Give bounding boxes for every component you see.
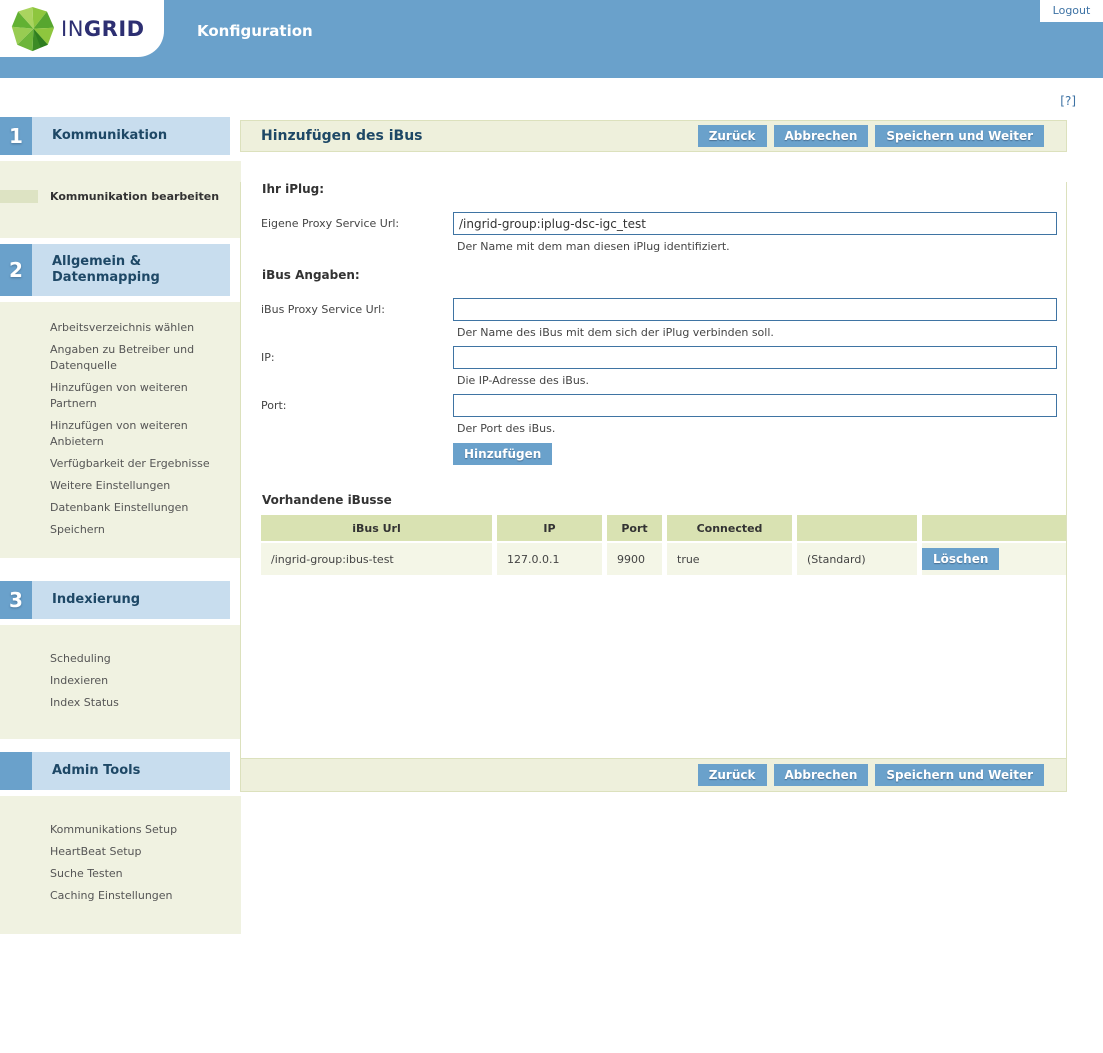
ip-input[interactable] — [453, 346, 1057, 369]
ibus-table: iBus Url IP Port Connected /ingrid-group… — [261, 515, 1066, 575]
cell-ip: 127.0.0.1 — [497, 543, 602, 575]
sidebar-item-angaben-betreiber[interactable]: Angaben zu Betreiber und Datenquelle — [50, 342, 230, 374]
logo-wordmark: INGRID — [61, 17, 145, 41]
sidebar-item-caching-einstellungen[interactable]: Caching Einstellungen — [50, 888, 230, 904]
ingrid-logo-gem-icon — [10, 6, 55, 53]
subnav-allgemein: Arbeitsverzeichnis wählen Angaben zu Bet… — [0, 302, 241, 558]
sidebar-item-kommunikation-bearbeiten[interactable]: Kommunikation bearbeiten — [50, 189, 230, 205]
sidebar-section-admin-tools[interactable]: Admin Tools — [0, 752, 230, 790]
cell-standard: (Standard) — [797, 543, 917, 575]
sidebar-item-weitere-einstellungen[interactable]: Weitere Einstellungen — [50, 478, 230, 494]
field-row-port: Port: Der Port des iBus. — [261, 394, 1066, 436]
cell-actions: Löschen — [922, 543, 1066, 575]
sidebar-section-allgemein-datenmapping[interactable]: 2 Allgemein & Datenmapping — [0, 244, 230, 296]
port-label: Port: — [261, 394, 453, 436]
ibus-proxy-url-input[interactable] — [453, 298, 1057, 321]
cancel-button[interactable]: Abbrechen — [774, 125, 869, 147]
port-input[interactable] — [453, 394, 1057, 417]
cell-ibus-url: /ingrid-group:ibus-test — [261, 543, 492, 575]
titlebar-button-row: Zurück Abbrechen Speichern und Weiter — [698, 125, 1066, 147]
sidebar-item-weitere-partner[interactable]: Hinzufügen von weiteren Partnern — [50, 380, 230, 412]
panel-titlebar: Hinzufügen des iBus Zurück Abbrechen Spe… — [240, 120, 1067, 152]
back-button[interactable]: Zurück — [698, 125, 767, 147]
ibus-section-heading: iBus Angaben: — [262, 268, 1066, 282]
logout-button[interactable]: Logout — [1040, 0, 1103, 22]
back-button-bottom[interactable]: Zurück — [698, 764, 767, 786]
ibus-proxy-url-help: Der Name des iBus mit dem sich der iPlug… — [457, 325, 1057, 340]
save-and-next-button-bottom[interactable]: Speichern und Weiter — [875, 764, 1044, 786]
sidebar-item-arbeitsverzeichnis[interactable]: Arbeitsverzeichnis wählen — [50, 320, 230, 336]
panel-title: Hinzufügen des iBus — [241, 128, 698, 144]
column-header-ip: IP — [497, 515, 602, 541]
eigene-proxy-url-help: Der Name mit dem man diesen iPlug identi… — [457, 239, 1057, 254]
section-title: Kommunikation — [32, 117, 230, 155]
column-header-empty-1 — [797, 515, 917, 541]
logo-text-suffix: GRID — [84, 17, 145, 41]
cancel-button-bottom[interactable]: Abbrechen — [774, 764, 869, 786]
subnav-indexierung: Scheduling Indexieren Index Status — [0, 625, 241, 739]
section-number-badge: 3 — [0, 581, 32, 619]
section-title: Indexierung — [32, 581, 230, 619]
sidebar-item-speichern[interactable]: Speichern — [50, 522, 230, 538]
save-and-next-button[interactable]: Speichern und Weiter — [875, 125, 1044, 147]
sidebar-item-heartbeat-setup[interactable]: HeartBeat Setup — [50, 844, 230, 860]
field-main: Der Name mit dem man diesen iPlug identi… — [453, 212, 1057, 254]
column-header-connected: Connected — [667, 515, 792, 541]
header-bar: INGRID Konfiguration Logout — [0, 0, 1103, 78]
column-header-ibus-url: iBus Url — [261, 515, 492, 541]
port-help: Der Port des iBus. — [457, 421, 1057, 436]
sidebar-item-kommunikations-setup[interactable]: Kommunikations Setup — [50, 822, 230, 838]
existing-ibusse-heading: Vorhandene iBusse — [262, 493, 1066, 507]
column-header-port: Port — [607, 515, 662, 541]
sidebar-item-weitere-anbieter[interactable]: Hinzufügen von weiteren Anbietern — [50, 418, 230, 450]
field-row-ibus-proxy-url: iBus Proxy Service Url: Der Name des iBu… — [261, 298, 1066, 340]
field-main: Der Port des iBus. — [453, 394, 1057, 436]
cell-port: 9900 — [607, 543, 662, 575]
delete-ibus-button[interactable]: Löschen — [922, 548, 999, 570]
field-row-ip: IP: Die IP-Adresse des iBus. — [261, 346, 1066, 388]
sidebar-item-datenbank-einstellungen[interactable]: Datenbank Einstellungen — [50, 500, 230, 516]
sidebar-section-indexierung[interactable]: 3 Indexierung — [0, 581, 230, 619]
help-link[interactable]: [?] — [1060, 94, 1076, 108]
page-title: Konfiguration — [197, 22, 313, 40]
panel-bottombar: Zurück Abbrechen Speichern und Weiter — [240, 758, 1067, 792]
sidebar-item-scheduling[interactable]: Scheduling — [50, 651, 230, 667]
ibus-proxy-url-label: iBus Proxy Service Url: — [261, 298, 453, 340]
sidebar-item-suche-testen[interactable]: Suche Testen — [50, 866, 230, 882]
page: { "header": { "logo_prefix": "IN", "logo… — [0, 0, 1103, 1053]
sidebar-item-index-status[interactable]: Index Status — [50, 695, 230, 711]
ip-label: IP: — [261, 346, 453, 388]
iplug-section-heading: Ihr iPlug: — [262, 182, 1066, 196]
section-title: Allgemein & Datenmapping — [32, 244, 230, 296]
add-button-wrap: Hinzufügen — [453, 443, 1066, 465]
column-header-empty-2 — [922, 515, 1066, 541]
sidebar-nav: 1 Kommunikation Kommunikation bearbeiten… — [0, 117, 241, 934]
cell-connected: true — [667, 543, 792, 575]
field-main: Der Name des iBus mit dem sich der iPlug… — [453, 298, 1057, 340]
eigene-proxy-url-input[interactable] — [453, 212, 1057, 235]
field-main: Die IP-Adresse des iBus. — [453, 346, 1057, 388]
logo-text-prefix: IN — [61, 17, 84, 41]
sidebar-item-indexieren[interactable]: Indexieren — [50, 673, 230, 689]
main-panel: Hinzufügen des iBus Zurück Abbrechen Spe… — [240, 120, 1067, 792]
section-number-badge: 2 — [0, 244, 32, 296]
subnav-admin-tools: Kommunikations Setup HeartBeat Setup Suc… — [0, 796, 241, 934]
section-title: Admin Tools — [32, 752, 230, 790]
section-number-badge: 1 — [0, 117, 32, 155]
logo-box: INGRID — [0, 0, 164, 57]
subnav-kommunikation: Kommunikation bearbeiten — [0, 161, 241, 238]
add-ibus-button[interactable]: Hinzufügen — [453, 443, 552, 465]
eigene-proxy-url-label: Eigene Proxy Service Url: — [261, 212, 453, 254]
panel-body: Ihr iPlug: Eigene Proxy Service Url: Der… — [240, 182, 1067, 758]
field-row-eigene-proxy-url: Eigene Proxy Service Url: Der Name mit d… — [261, 212, 1066, 254]
ip-help: Die IP-Adresse des iBus. — [457, 373, 1057, 388]
sidebar-section-kommunikation[interactable]: 1 Kommunikation — [0, 117, 230, 155]
section-number-badge — [0, 752, 32, 790]
sidebar-item-verfuegbarkeit[interactable]: Verfügbarkeit der Ergebnisse — [50, 456, 230, 472]
